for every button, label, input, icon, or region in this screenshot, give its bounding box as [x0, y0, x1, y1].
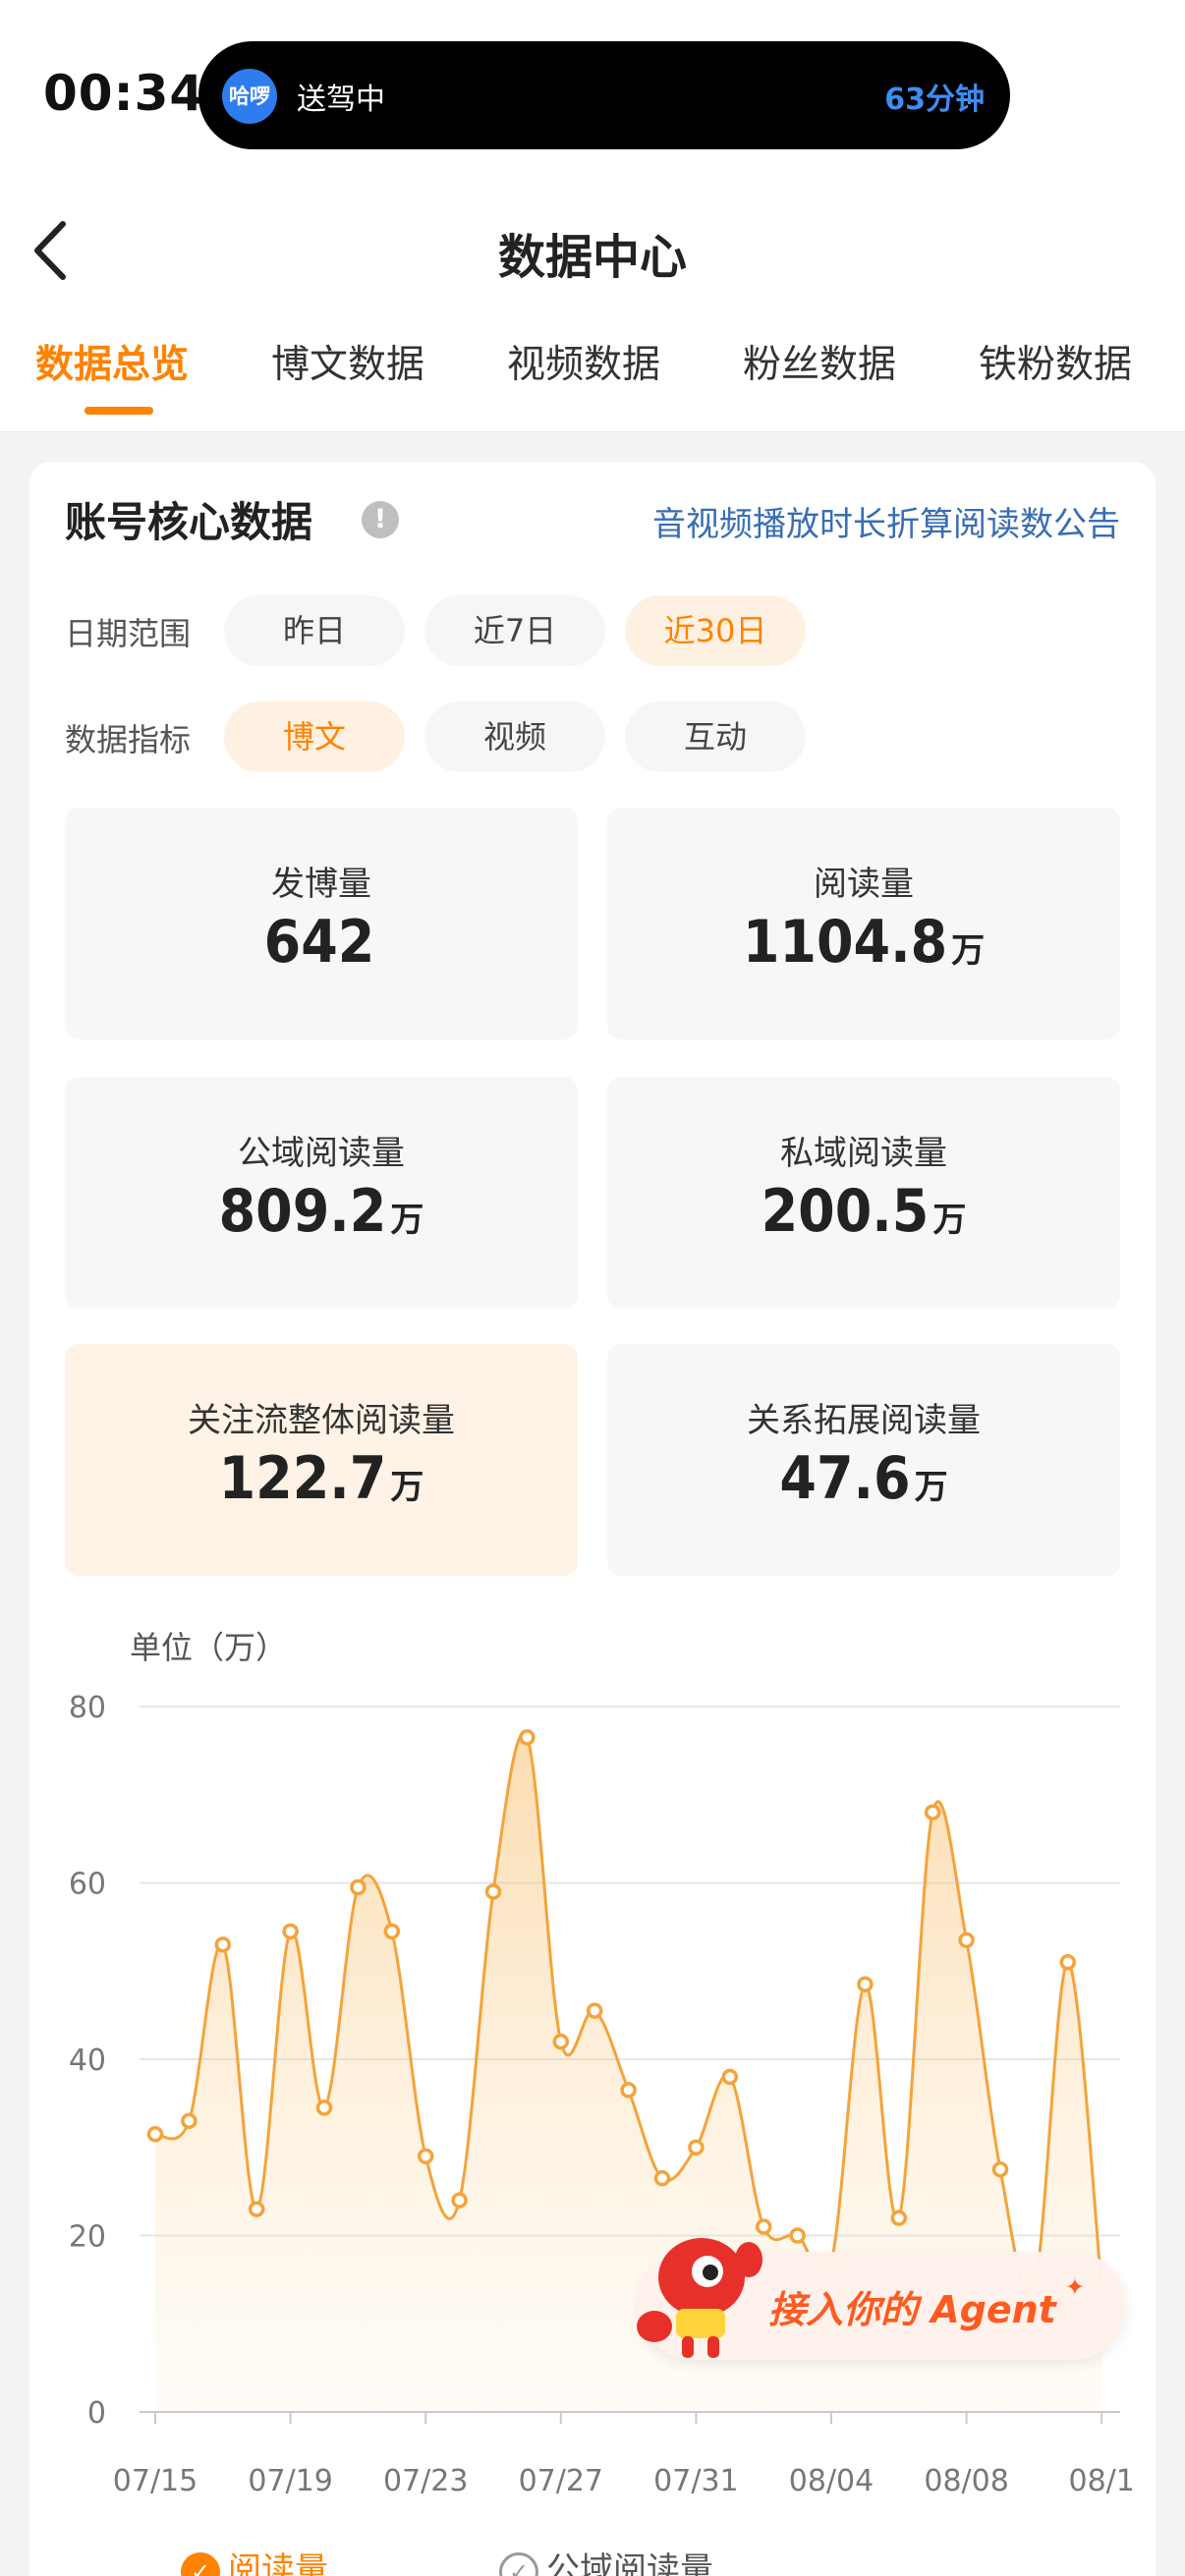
island-eta: 63分钟 — [884, 83, 985, 117]
metric-post-count[interactable]: 发博量 642 — [65, 808, 578, 1039]
unchecked-icon: ✓ — [499, 2551, 538, 2576]
legend-reads[interactable]: ✓ 阅读量 — [181, 2543, 328, 2576]
metric-private-reads[interactable]: 私域阅读量 200.5 万 — [607, 1077, 1120, 1309]
tab-posts[interactable]: 博文数据 — [271, 334, 424, 389]
metric-relation-reads[interactable]: 关系拓展阅读量 47.6 万 — [607, 1344, 1120, 1576]
date-range-label: 日期范围 — [65, 615, 192, 652]
metric-chip-videos[interactable]: 视频 — [424, 701, 605, 772]
page-header: 数据中心 数据总览 博文数据 视频数据 粉丝数据 铁粉数据 — [0, 167, 1185, 432]
metric-label: 关注流整体阅读量 — [188, 1401, 455, 1440]
metric-label: 发博量 — [271, 865, 371, 904]
metric-value: 200.5 万 — [761, 1177, 967, 1246]
active-tab-indicator — [85, 407, 153, 415]
playback-notice-link[interactable]: 音视频播放时长折算阅读数公告 — [652, 497, 1120, 545]
sparkle-icon: ✦ — [1064, 2273, 1085, 2301]
date-chip-30days[interactable]: 近30日 — [625, 595, 806, 666]
dynamic-island[interactable]: 哈啰 送驾中 63分钟 — [198, 41, 1010, 149]
crab-mascot-icon — [637, 2238, 762, 2358]
section-title: 账号核心数据 — [65, 498, 313, 546]
metric-value: 809.2 万 — [218, 1177, 424, 1246]
metric-value: 47.6 万 — [779, 1444, 948, 1513]
checked-icon: ✓ — [181, 2551, 220, 2576]
tab-fans[interactable]: 粉丝数据 — [743, 334, 896, 389]
tab-overview[interactable]: 数据总览 — [35, 334, 189, 389]
metric-chip-interactions[interactable]: 互动 — [625, 701, 806, 772]
date-chip-7days[interactable]: 近7日 — [424, 595, 605, 666]
tab-bar: 数据总览 博文数据 视频数据 粉丝数据 铁粉数据 — [0, 334, 1185, 432]
metric-value: 642 — [263, 908, 375, 977]
metric-value: 1104.8 万 — [742, 908, 986, 977]
agent-promo-banner[interactable]: 接入你的 Agent ✦ — [637, 2238, 1126, 2360]
agent-banner-text: 接入你的 Agent — [768, 2288, 1056, 2331]
metric-reads[interactable]: 阅读量 1104.8 万 — [607, 808, 1120, 1039]
hellobike-app-icon: 哈啰 — [222, 69, 277, 124]
chart-unit-label: 单位（万） — [130, 1629, 288, 1666]
clock: 00:34 — [43, 65, 205, 122]
metric-following-feed-reads[interactable]: 关注流整体阅读量 122.7 万 — [65, 1344, 578, 1576]
info-icon[interactable]: ! — [362, 501, 399, 538]
status-bar: 00:34 哈啰 送驾中 63分钟 — [0, 0, 1185, 167]
metric-label: 私域阅读量 — [780, 1134, 947, 1173]
date-chip-yesterday[interactable]: 昨日 — [224, 595, 405, 666]
metric-label: 关系拓展阅读量 — [747, 1401, 981, 1440]
legend-public-reads[interactable]: ✓ 公域阅读量 — [499, 2543, 713, 2576]
metric-label: 阅读量 — [814, 865, 914, 904]
metric-type-label: 数据指标 — [65, 721, 192, 758]
metric-label: 公域阅读量 — [238, 1134, 405, 1173]
page-title: 数据中心 — [497, 230, 687, 285]
metric-value: 122.7 万 — [218, 1444, 424, 1513]
metric-chip-posts[interactable]: 博文 — [224, 701, 405, 772]
metric-public-reads[interactable]: 公域阅读量 809.2 万 — [65, 1077, 578, 1309]
island-status-text: 送驾中 — [297, 83, 385, 117]
tab-iron-fans[interactable]: 铁粉数据 — [979, 334, 1132, 389]
tab-videos[interactable]: 视频数据 — [507, 334, 660, 389]
